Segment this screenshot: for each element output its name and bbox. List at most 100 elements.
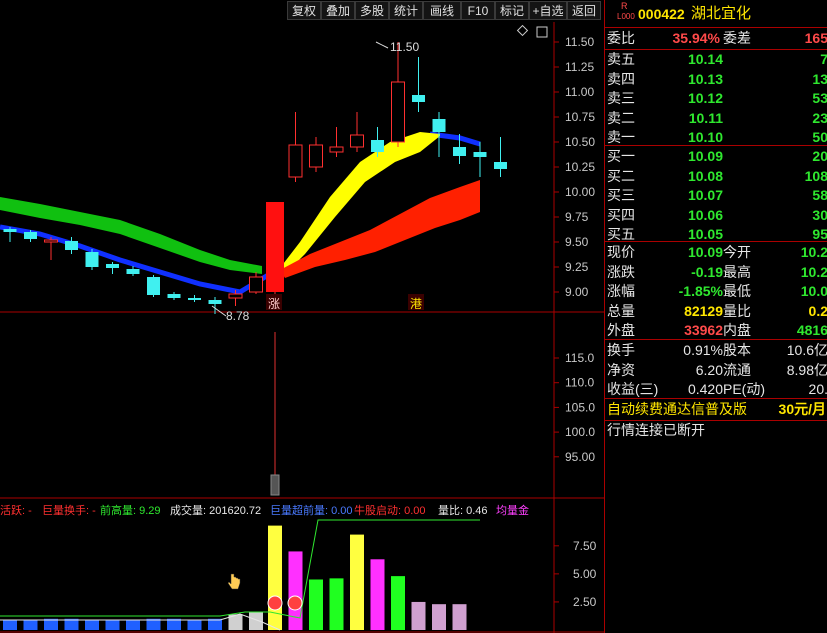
candle-body xyxy=(249,276,263,293)
mid-tick-label: 100.0 xyxy=(565,425,595,439)
low-price-text: 8.78 xyxy=(226,309,250,323)
f10-button[interactable]: F10 xyxy=(461,1,495,20)
mid-tick-label: 110.0 xyxy=(565,376,594,390)
chart-area[interactable]: 11.50 11.25 11.00 10.75 10.50 10.25 10.00 9.75 9… xyxy=(0,22,604,633)
moving-average-bands xyxy=(0,131,481,295)
candle-body xyxy=(24,232,37,239)
statistics-button[interactable]: 统计 xyxy=(389,1,423,20)
candle-body xyxy=(106,264,119,268)
legend-item: 活跃: - xyxy=(0,503,32,517)
candle-body xyxy=(288,144,303,178)
mark-button[interactable]: 标记 xyxy=(495,1,529,20)
flag-level: L000 xyxy=(617,12,635,21)
legend-item: 巨量超前量: 0.00 xyxy=(270,503,353,517)
volume-bar xyxy=(432,604,446,630)
mid-tick-label: 95.00 xyxy=(565,450,595,464)
price-tick-label: 10.50 xyxy=(565,135,595,149)
price-tick-label: 10.00 xyxy=(565,185,595,199)
stock-name: 湖北宜化 xyxy=(691,5,752,22)
candle-body xyxy=(147,277,160,295)
volume-bar xyxy=(105,619,120,630)
mid-indicator-bar xyxy=(270,474,280,496)
price-tick-label: 10.25 xyxy=(565,160,595,174)
low-price-label: 8.78 xyxy=(211,305,250,323)
marker-gang: 港 xyxy=(410,297,422,311)
indicator-legend: 活跃: - 巨量换手: - 前高量: 9.29 成交量: 201620.72 巨量超前量… xyxy=(0,503,529,517)
signal-dot xyxy=(267,595,283,611)
weibi-value: 35.94% xyxy=(672,30,720,46)
volume-bar xyxy=(370,559,385,630)
price-axis: 11.50 11.25 11.00 10.75 10.50 10.25 10.00 9.75 9… xyxy=(554,35,595,299)
legend-item: 成交量: 201620.72 xyxy=(170,503,261,517)
legend-item: 均量金 xyxy=(496,503,529,517)
volume-bar xyxy=(85,619,99,630)
connection-status: 行情连接已断开 xyxy=(607,422,705,438)
mid-panel-axis: 115.0 110.0 105.0 100.0 95.00 xyxy=(554,351,595,464)
ad-text[interactable]: 自动续费通达信普及版 xyxy=(607,398,747,421)
price-tick-label: 9.75 xyxy=(565,210,589,224)
volume-bar xyxy=(126,619,140,630)
price-tick-label: 11.00 xyxy=(565,85,594,99)
diamond-icon[interactable] xyxy=(516,24,529,37)
price-tick-label: 11.50 xyxy=(565,35,594,49)
volume-bar xyxy=(187,619,202,630)
price-tick-label: 10.75 xyxy=(565,110,595,124)
status-row: 行情连接已断开 xyxy=(605,419,827,442)
candle-body xyxy=(391,81,405,143)
signal-dot xyxy=(287,595,303,611)
volume-tick-label: 7.50 xyxy=(573,539,597,553)
restore-rights-button[interactable]: 复权 xyxy=(287,1,321,20)
ad-row[interactable]: 自动续费通达信普及版 30元/月 xyxy=(605,398,827,421)
candle-body xyxy=(65,241,78,250)
volume-bar xyxy=(329,578,344,630)
high-price-label: 11.50 xyxy=(375,40,419,54)
weicha-label: 委差 xyxy=(723,30,751,46)
back-button[interactable]: 返回 xyxy=(567,1,601,20)
candle-body xyxy=(126,269,140,274)
candle-body xyxy=(432,119,446,132)
volume-bar xyxy=(411,601,426,630)
candle-body xyxy=(412,95,425,102)
candlestick-series xyxy=(3,42,507,314)
price-tick-label: 11.25 xyxy=(565,60,594,74)
add-watchlist-button[interactable]: +自选 xyxy=(529,1,567,20)
candle-body xyxy=(167,294,181,298)
candle-body xyxy=(266,202,284,292)
flag-r: R xyxy=(621,1,628,11)
volume-bar xyxy=(3,619,17,630)
weicha-value: 165 xyxy=(804,30,827,46)
candle-body xyxy=(228,293,243,299)
stock-code: 000422 xyxy=(638,6,685,22)
candle-body xyxy=(473,152,487,157)
candle-body xyxy=(329,146,344,153)
volume-axis: 7.50 5.00 2.50 xyxy=(554,539,597,609)
volume-signal-dots xyxy=(267,595,303,611)
candle-body xyxy=(3,229,17,232)
volume-bar xyxy=(23,619,38,630)
candle-body xyxy=(188,298,201,300)
mid-tick-label: 115.0 xyxy=(565,351,594,365)
candle-body xyxy=(453,147,466,156)
volume-bar xyxy=(391,576,405,630)
weibi-row: 委比 35.94% 委差 165 xyxy=(605,27,827,50)
draw-line-button[interactable]: 画线 xyxy=(423,1,461,20)
candle-body xyxy=(350,134,364,148)
ad-price[interactable]: 30元/月 xyxy=(779,398,826,421)
multi-stock-button[interactable]: 多股 xyxy=(355,1,389,20)
mid-tick-label: 105.0 xyxy=(565,400,595,414)
price-tick-label: 9.50 xyxy=(565,235,589,249)
legend-item: 量比: 0.46 xyxy=(438,504,488,517)
window-icon[interactable] xyxy=(536,26,548,38)
candle-body xyxy=(371,140,384,152)
high-price-text: 11.50 xyxy=(390,40,419,54)
volume-bar xyxy=(309,579,323,630)
hand-cursor-icon xyxy=(227,573,241,590)
legend-item: 巨量换手: - xyxy=(42,503,96,517)
volume-bar xyxy=(452,604,467,630)
overlay-button[interactable]: 叠加 xyxy=(321,1,355,20)
weibi-label: 委比 xyxy=(607,30,635,46)
volume-ma-line xyxy=(0,519,480,619)
quote-panel: R L000 000422 湖北宜化 委比 35.94% 委差 165 卖五 1… xyxy=(604,0,827,633)
legend-item: 前高量: 9.29 xyxy=(100,503,161,517)
candle-body xyxy=(44,239,58,243)
